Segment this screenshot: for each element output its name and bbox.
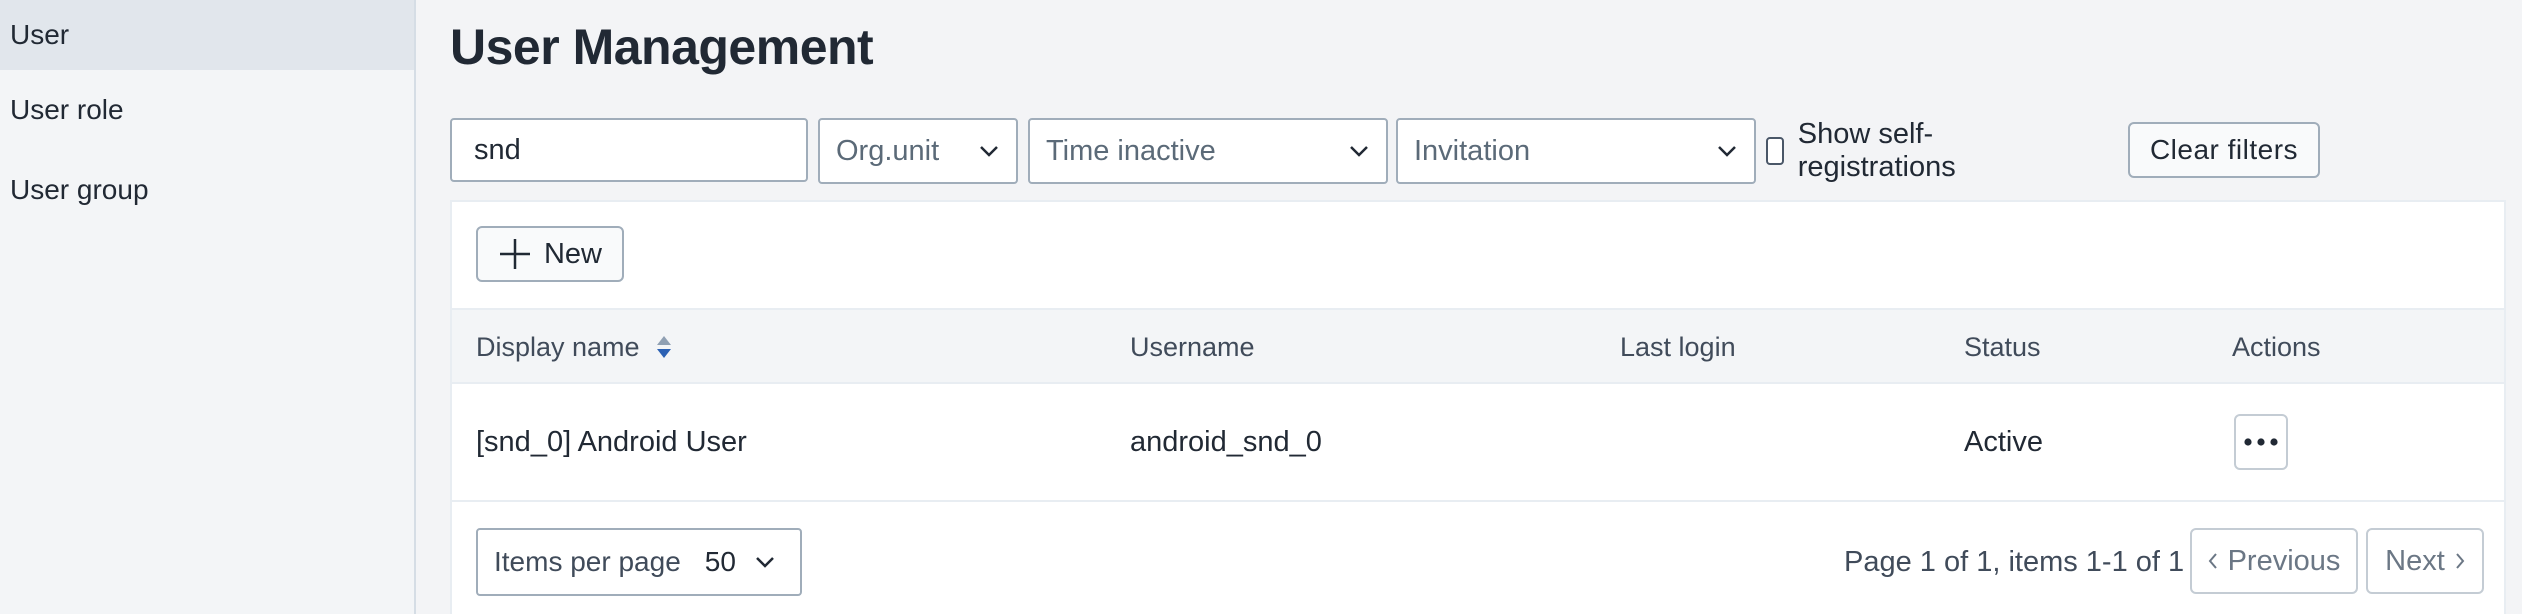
search-input[interactable] xyxy=(450,118,808,182)
chevron-down-icon xyxy=(754,551,776,573)
column-header-label: Display name xyxy=(476,331,640,362)
time-inactive-placeholder: Time inactive xyxy=(1046,134,1216,167)
row-actions-button[interactable] xyxy=(2234,414,2288,470)
self-registrations-toggle[interactable]: Show self-registrations xyxy=(1766,118,1966,184)
items-per-page-value: 50 xyxy=(704,546,736,577)
next-label: Next xyxy=(2385,544,2445,577)
sidebar: User User role User group xyxy=(0,0,416,614)
chevron-down-icon xyxy=(1716,140,1738,162)
column-header-actions: Actions xyxy=(2232,331,2321,362)
clear-filters-button[interactable]: Clear filters xyxy=(2128,122,2320,178)
org-unit-placeholder: Org.unit xyxy=(836,134,940,167)
column-header-username: Username xyxy=(1130,331,1255,362)
column-header-last-login: Last login xyxy=(1620,331,1736,362)
items-per-page-select[interactable]: Items per page 50 xyxy=(476,528,802,596)
time-inactive-select[interactable]: Time inactive xyxy=(1028,118,1388,184)
pagination-summary: Page 1 of 1, items 1-1 of 1 xyxy=(1844,545,2185,578)
self-registrations-checkbox[interactable] xyxy=(1766,137,1784,165)
previous-page-button[interactable]: Previous xyxy=(2190,528,2358,594)
sidebar-item-user-role[interactable]: User role xyxy=(0,70,414,150)
previous-label: Previous xyxy=(2227,544,2341,577)
chevron-down-icon xyxy=(978,140,1000,162)
items-per-page-label: Items per page xyxy=(494,546,681,577)
cell-display-name: [snd_0] Android User xyxy=(476,425,747,458)
sidebar-item-user[interactable]: User xyxy=(0,0,414,70)
cell-status: Active xyxy=(1964,425,2043,458)
table-row[interactable]: [snd_0] Android User android_snd_0 Activ… xyxy=(452,384,2504,502)
chevron-down-icon xyxy=(1348,140,1370,162)
self-registrations-label: Show self-registrations xyxy=(1797,118,1956,183)
sidebar-item-label: User role xyxy=(10,94,124,125)
plus-icon xyxy=(498,237,532,271)
page-title: User Management xyxy=(450,19,874,75)
column-header-status: Status xyxy=(1964,331,2041,362)
cell-username: android_snd_0 xyxy=(1130,425,1322,458)
main-content: User Management Org.unit Time inactive I… xyxy=(418,0,2522,614)
new-button-label: New xyxy=(543,237,602,270)
invitation-placeholder: Invitation xyxy=(1414,134,1531,167)
table-header: Display name Username Last login Status … xyxy=(452,308,2504,384)
next-page-button[interactable]: Next xyxy=(2366,528,2484,594)
org-unit-select[interactable]: Org.unit xyxy=(818,118,1018,184)
sort-icon[interactable] xyxy=(656,335,672,359)
invitation-select[interactable]: Invitation xyxy=(1396,118,1756,184)
chevron-right-icon xyxy=(2455,552,2465,570)
new-user-button[interactable]: New xyxy=(476,226,624,282)
column-header-display-name[interactable]: Display name xyxy=(476,310,672,384)
sidebar-item-label: User xyxy=(10,19,70,50)
sidebar-item-label: User group xyxy=(10,174,149,205)
sidebar-item-user-group[interactable]: User group xyxy=(0,150,414,230)
more-horizontal-icon xyxy=(2243,433,2279,451)
users-table-card: New Display name Username Last login Sta… xyxy=(450,200,2506,614)
chevron-left-icon xyxy=(2208,552,2218,570)
